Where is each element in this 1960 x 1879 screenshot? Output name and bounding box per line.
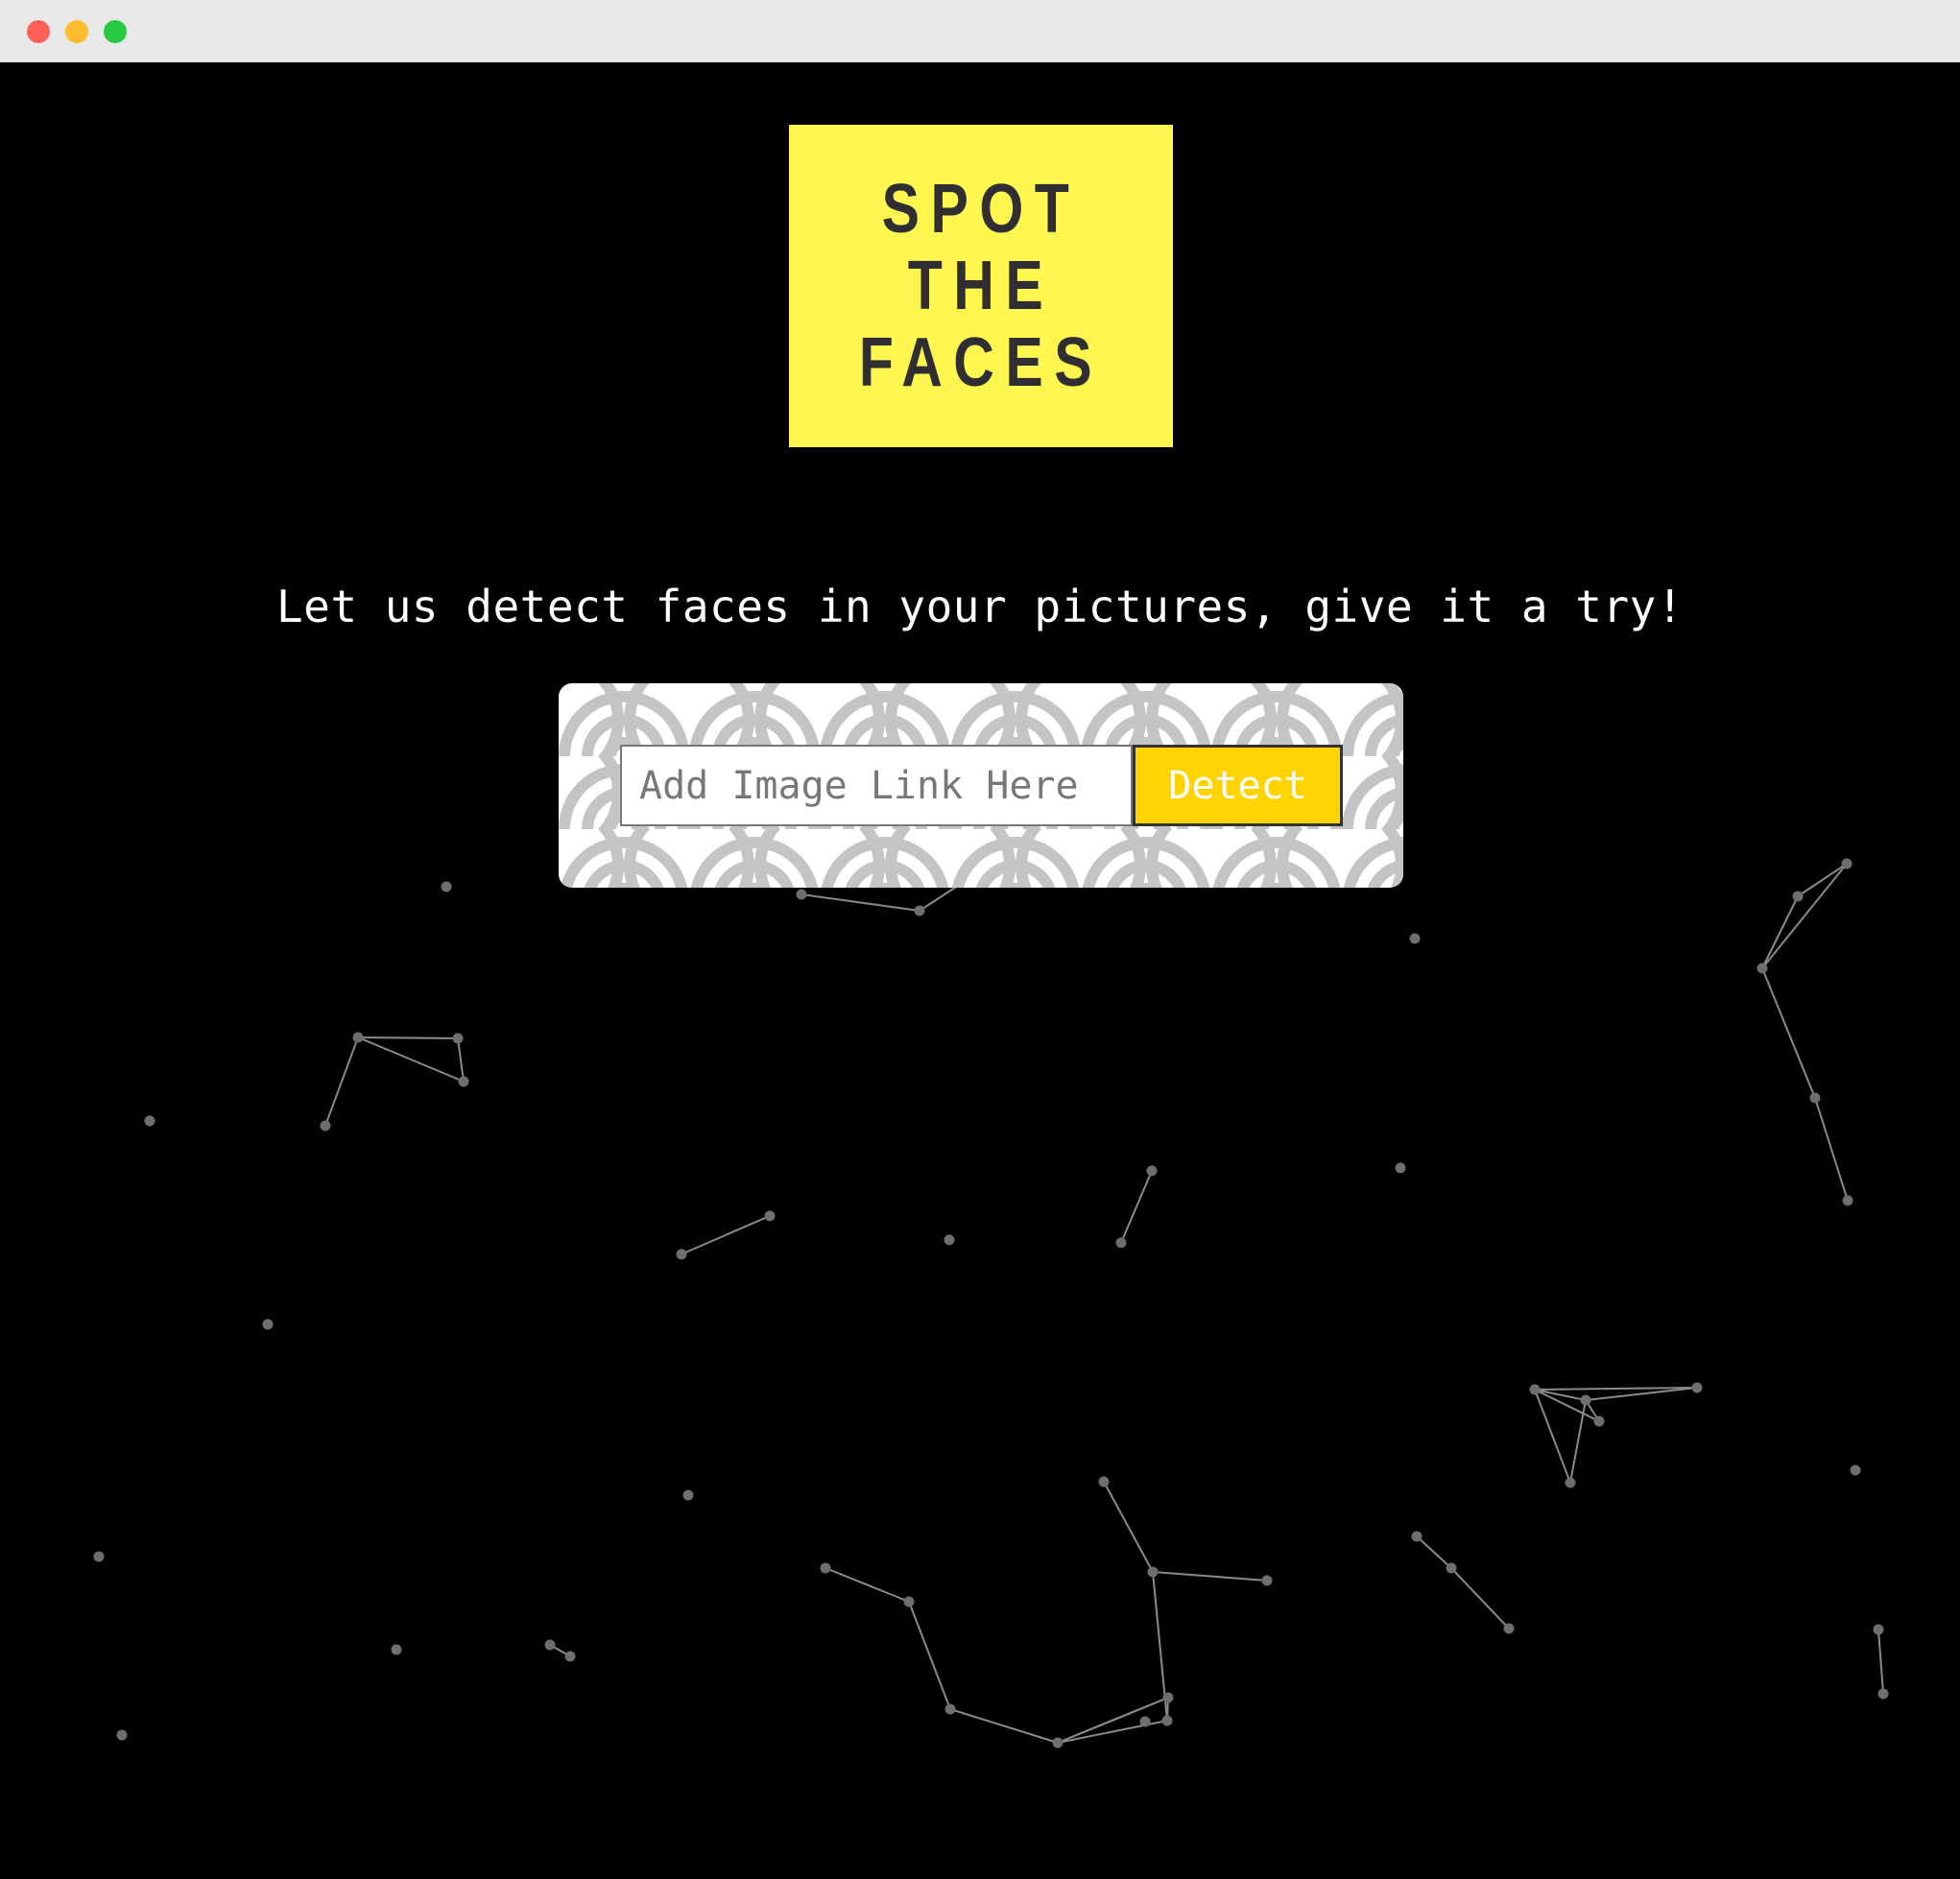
particle-dot (764, 1210, 776, 1222)
particle-dot (391, 1644, 402, 1655)
particle-dot (1850, 1464, 1861, 1476)
particle-link (949, 1708, 1059, 1744)
close-icon[interactable] (27, 20, 50, 43)
particle-dot (564, 1651, 576, 1662)
particle-link (1761, 967, 1816, 1099)
particle-dot (144, 1115, 155, 1127)
particle-dot (1792, 891, 1804, 902)
particle-dot (1395, 1162, 1406, 1174)
particle-dot (262, 1319, 274, 1330)
particle-dot (1593, 1415, 1605, 1427)
particle-link (1797, 863, 1848, 897)
particle-link (681, 1215, 771, 1255)
minimize-icon[interactable] (65, 20, 88, 43)
particle-dot (903, 1596, 915, 1607)
particle-dot (1409, 933, 1421, 944)
particle-dot (93, 1551, 105, 1562)
particle-dot (1580, 1394, 1591, 1406)
particle-dot (1873, 1624, 1884, 1635)
window-titlebar (0, 0, 1960, 62)
particle-link (357, 1036, 459, 1039)
particle-link (1057, 1697, 1169, 1744)
particle-link (324, 1036, 359, 1127)
particle-dot (1139, 1716, 1151, 1727)
particle-link (1057, 1720, 1168, 1744)
particle-dot (682, 1489, 694, 1501)
particle-link (1120, 1170, 1153, 1244)
particle-dot (1115, 1237, 1127, 1249)
logo-line-2: THE (907, 248, 1055, 324)
particle-dot (1841, 858, 1852, 869)
particle-link (1569, 1399, 1587, 1484)
particle-dot (1503, 1623, 1515, 1634)
particle-link (1534, 1389, 1587, 1401)
particle-dot (796, 889, 807, 900)
particle-dot (676, 1249, 687, 1260)
particle-dot (452, 1033, 464, 1044)
particle-link (1103, 1481, 1154, 1573)
particle-dot (458, 1076, 469, 1087)
particle-dot (914, 905, 925, 916)
particle-dot (1757, 963, 1768, 974)
particle-dot (1161, 1715, 1173, 1726)
particle-dot (1446, 1562, 1457, 1574)
particle-dot (1146, 1165, 1158, 1177)
particle-link (1761, 863, 1848, 969)
particle-link (457, 1037, 465, 1082)
particle-link (1534, 1387, 1698, 1391)
particle-link (1152, 1571, 1268, 1582)
particle-dot (1877, 1688, 1889, 1700)
particle-dot (1162, 1692, 1174, 1703)
particle-dot (1529, 1384, 1541, 1395)
particle-dot (1411, 1531, 1422, 1542)
particle-link (801, 893, 920, 912)
particle-link (1877, 1629, 1884, 1695)
particle-dot (1842, 1195, 1853, 1206)
zoom-icon[interactable] (104, 20, 127, 43)
image-link-form: Detect (559, 683, 1403, 888)
particle-dot (1098, 1476, 1110, 1487)
particle-dot (944, 1703, 956, 1715)
particle-dot (1147, 1566, 1159, 1578)
browser-window: SPOT THE FACES Let us detect faces in yo… (0, 0, 1960, 1879)
particle-dot (944, 1234, 955, 1246)
particle-dot (1565, 1477, 1576, 1488)
particle-dot (352, 1032, 364, 1043)
particle-dot (116, 1729, 128, 1741)
app-logo: SPOT THE FACES (789, 125, 1173, 447)
particle-link (908, 1601, 951, 1710)
particle-dot (1052, 1737, 1064, 1748)
particle-link (1450, 1567, 1510, 1629)
particle-link (1416, 1535, 1452, 1569)
particle-dot (1261, 1575, 1273, 1586)
logo-line-1: SPOT (881, 171, 1081, 248)
tagline: Let us detect faces in your pictures, gi… (275, 581, 1685, 632)
detect-button[interactable]: Detect (1133, 745, 1343, 826)
particle-link (825, 1567, 910, 1603)
particle-link (357, 1036, 465, 1082)
image-link-input[interactable] (620, 745, 1133, 826)
particle-dot (320, 1120, 331, 1131)
logo-line-3: FACES (858, 324, 1104, 401)
particle-dot (1809, 1092, 1821, 1104)
particle-link (1814, 1097, 1849, 1201)
particle-dot (441, 881, 452, 892)
page-content: SPOT THE FACES Let us detect faces in yo… (0, 62, 1960, 1879)
particle-dot (820, 1562, 831, 1574)
particle-dot (544, 1639, 556, 1651)
particle-dot (1691, 1382, 1703, 1393)
